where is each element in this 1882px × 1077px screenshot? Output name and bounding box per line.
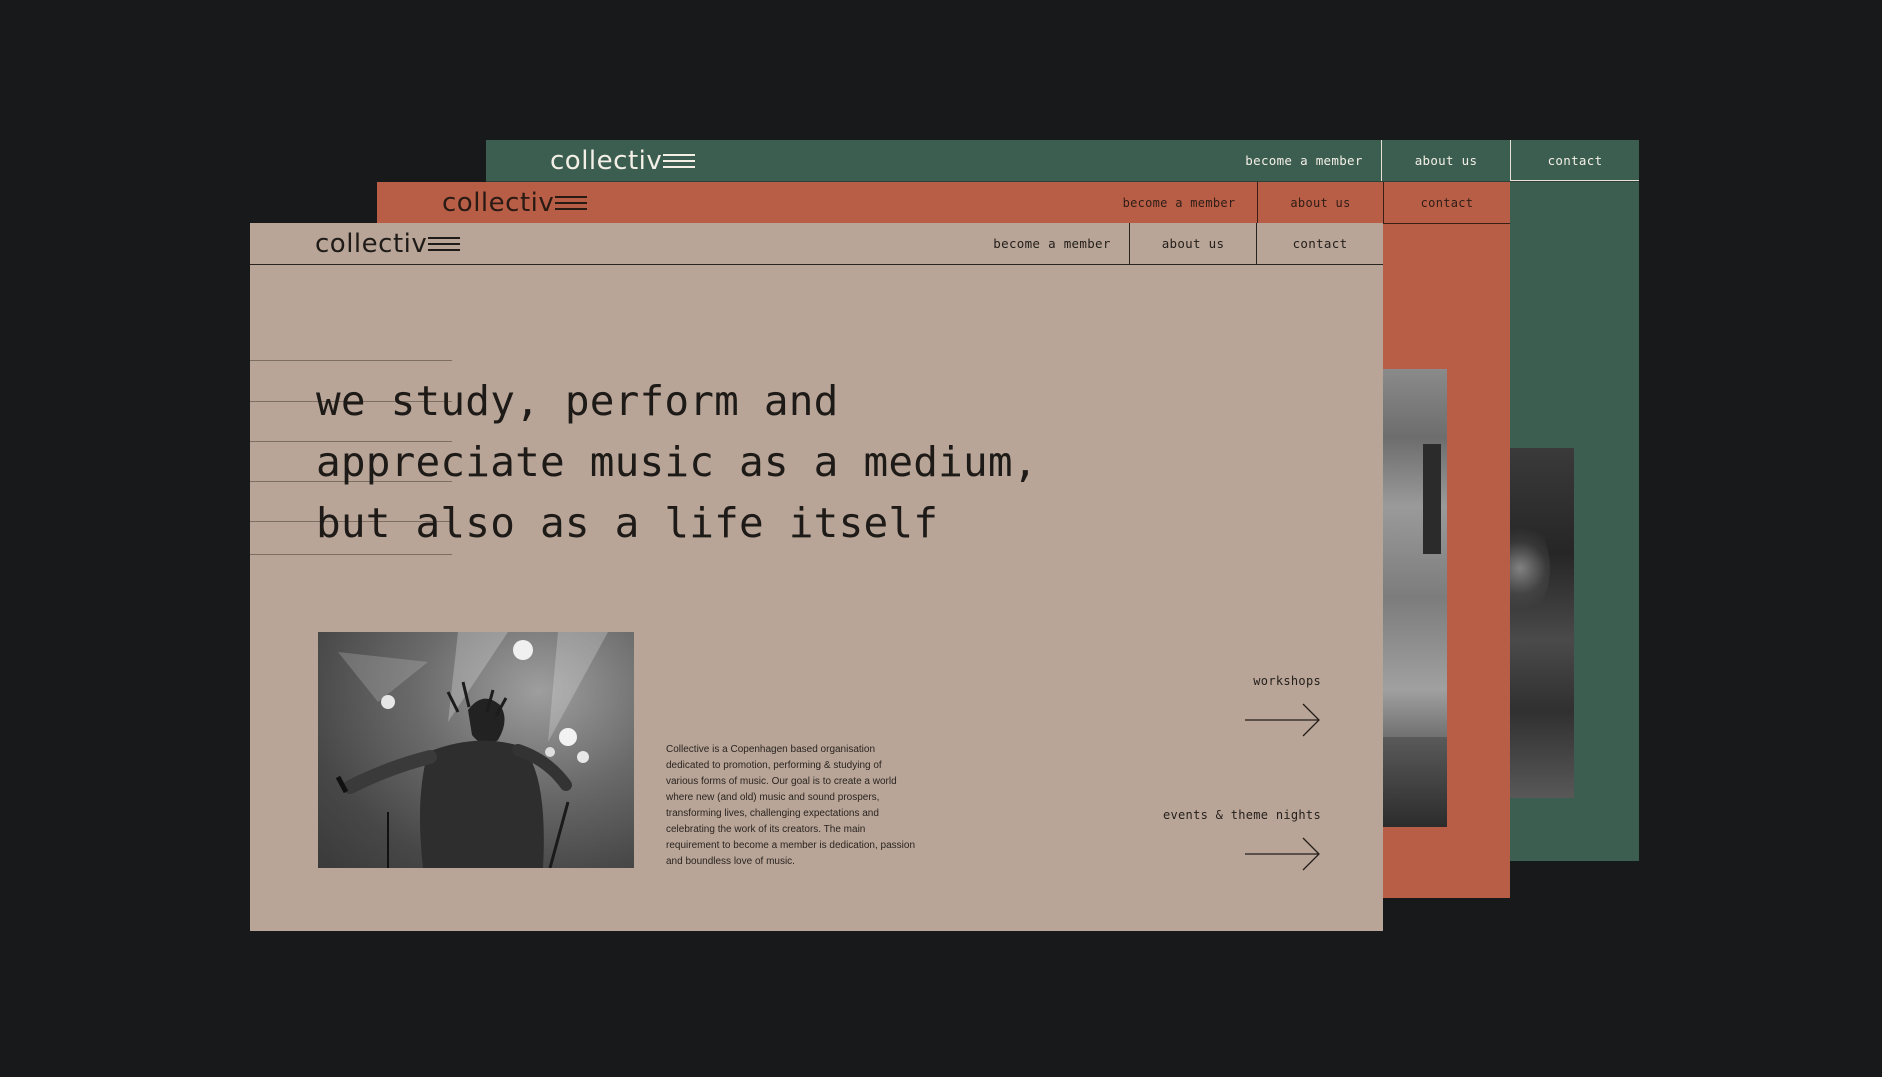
performer-photo [318,632,634,868]
nav-become-member[interactable]: become a member [1101,182,1257,223]
nav-contact[interactable]: contact [1256,223,1383,264]
concert-photo-cropped [1490,448,1574,798]
nav-about-us[interactable]: about us [1381,140,1510,181]
arrow-right-icon[interactable] [1245,836,1321,872]
hero-headline: we study, perform and appreciate music a… [316,371,1076,554]
arrow-right-icon[interactable] [1245,702,1321,738]
navbar: collectiv become a member about us conta… [377,182,1510,224]
nav-about-us[interactable]: about us [1129,223,1256,264]
nav-contact[interactable]: contact [1510,140,1639,181]
staff-line [250,554,452,555]
about-description: Collective is a Copenhagen based organis… [666,744,916,867]
logo-text: collectiv [442,188,555,218]
headline-line-1: we study, perform and [316,377,839,425]
nav-become-member[interactable]: become a member [975,223,1129,264]
logo-mark-icon [555,196,588,212]
navbar: collectiv become a member about us conta… [250,223,1383,265]
stage-photo-cropped [1383,369,1447,827]
logo-text: collectiv [550,146,663,176]
headline-line-2: appreciate music as a medium, [316,438,1038,486]
logo-mark-icon [663,154,696,170]
events-link-label[interactable]: events & theme nights [1163,808,1321,822]
logo[interactable]: collectiv [442,186,588,220]
headline-line-3: but also as a life itself [316,499,939,547]
navbar: collectiv become a member about us conta… [486,140,1639,182]
workshops-link-label[interactable]: workshops [1253,674,1321,688]
website-mockup-beige: collectiv become a member about us conta… [250,223,1383,931]
nav-contact[interactable]: contact [1383,182,1510,223]
staff-line [250,360,452,361]
logo-mark-icon [428,237,461,253]
nav-about-us[interactable]: about us [1257,182,1383,223]
logo[interactable]: collectiv [550,144,696,178]
logo-text: collectiv [315,229,428,259]
logo[interactable]: collectiv [315,227,461,261]
nav-become-member[interactable]: become a member [1227,140,1381,181]
